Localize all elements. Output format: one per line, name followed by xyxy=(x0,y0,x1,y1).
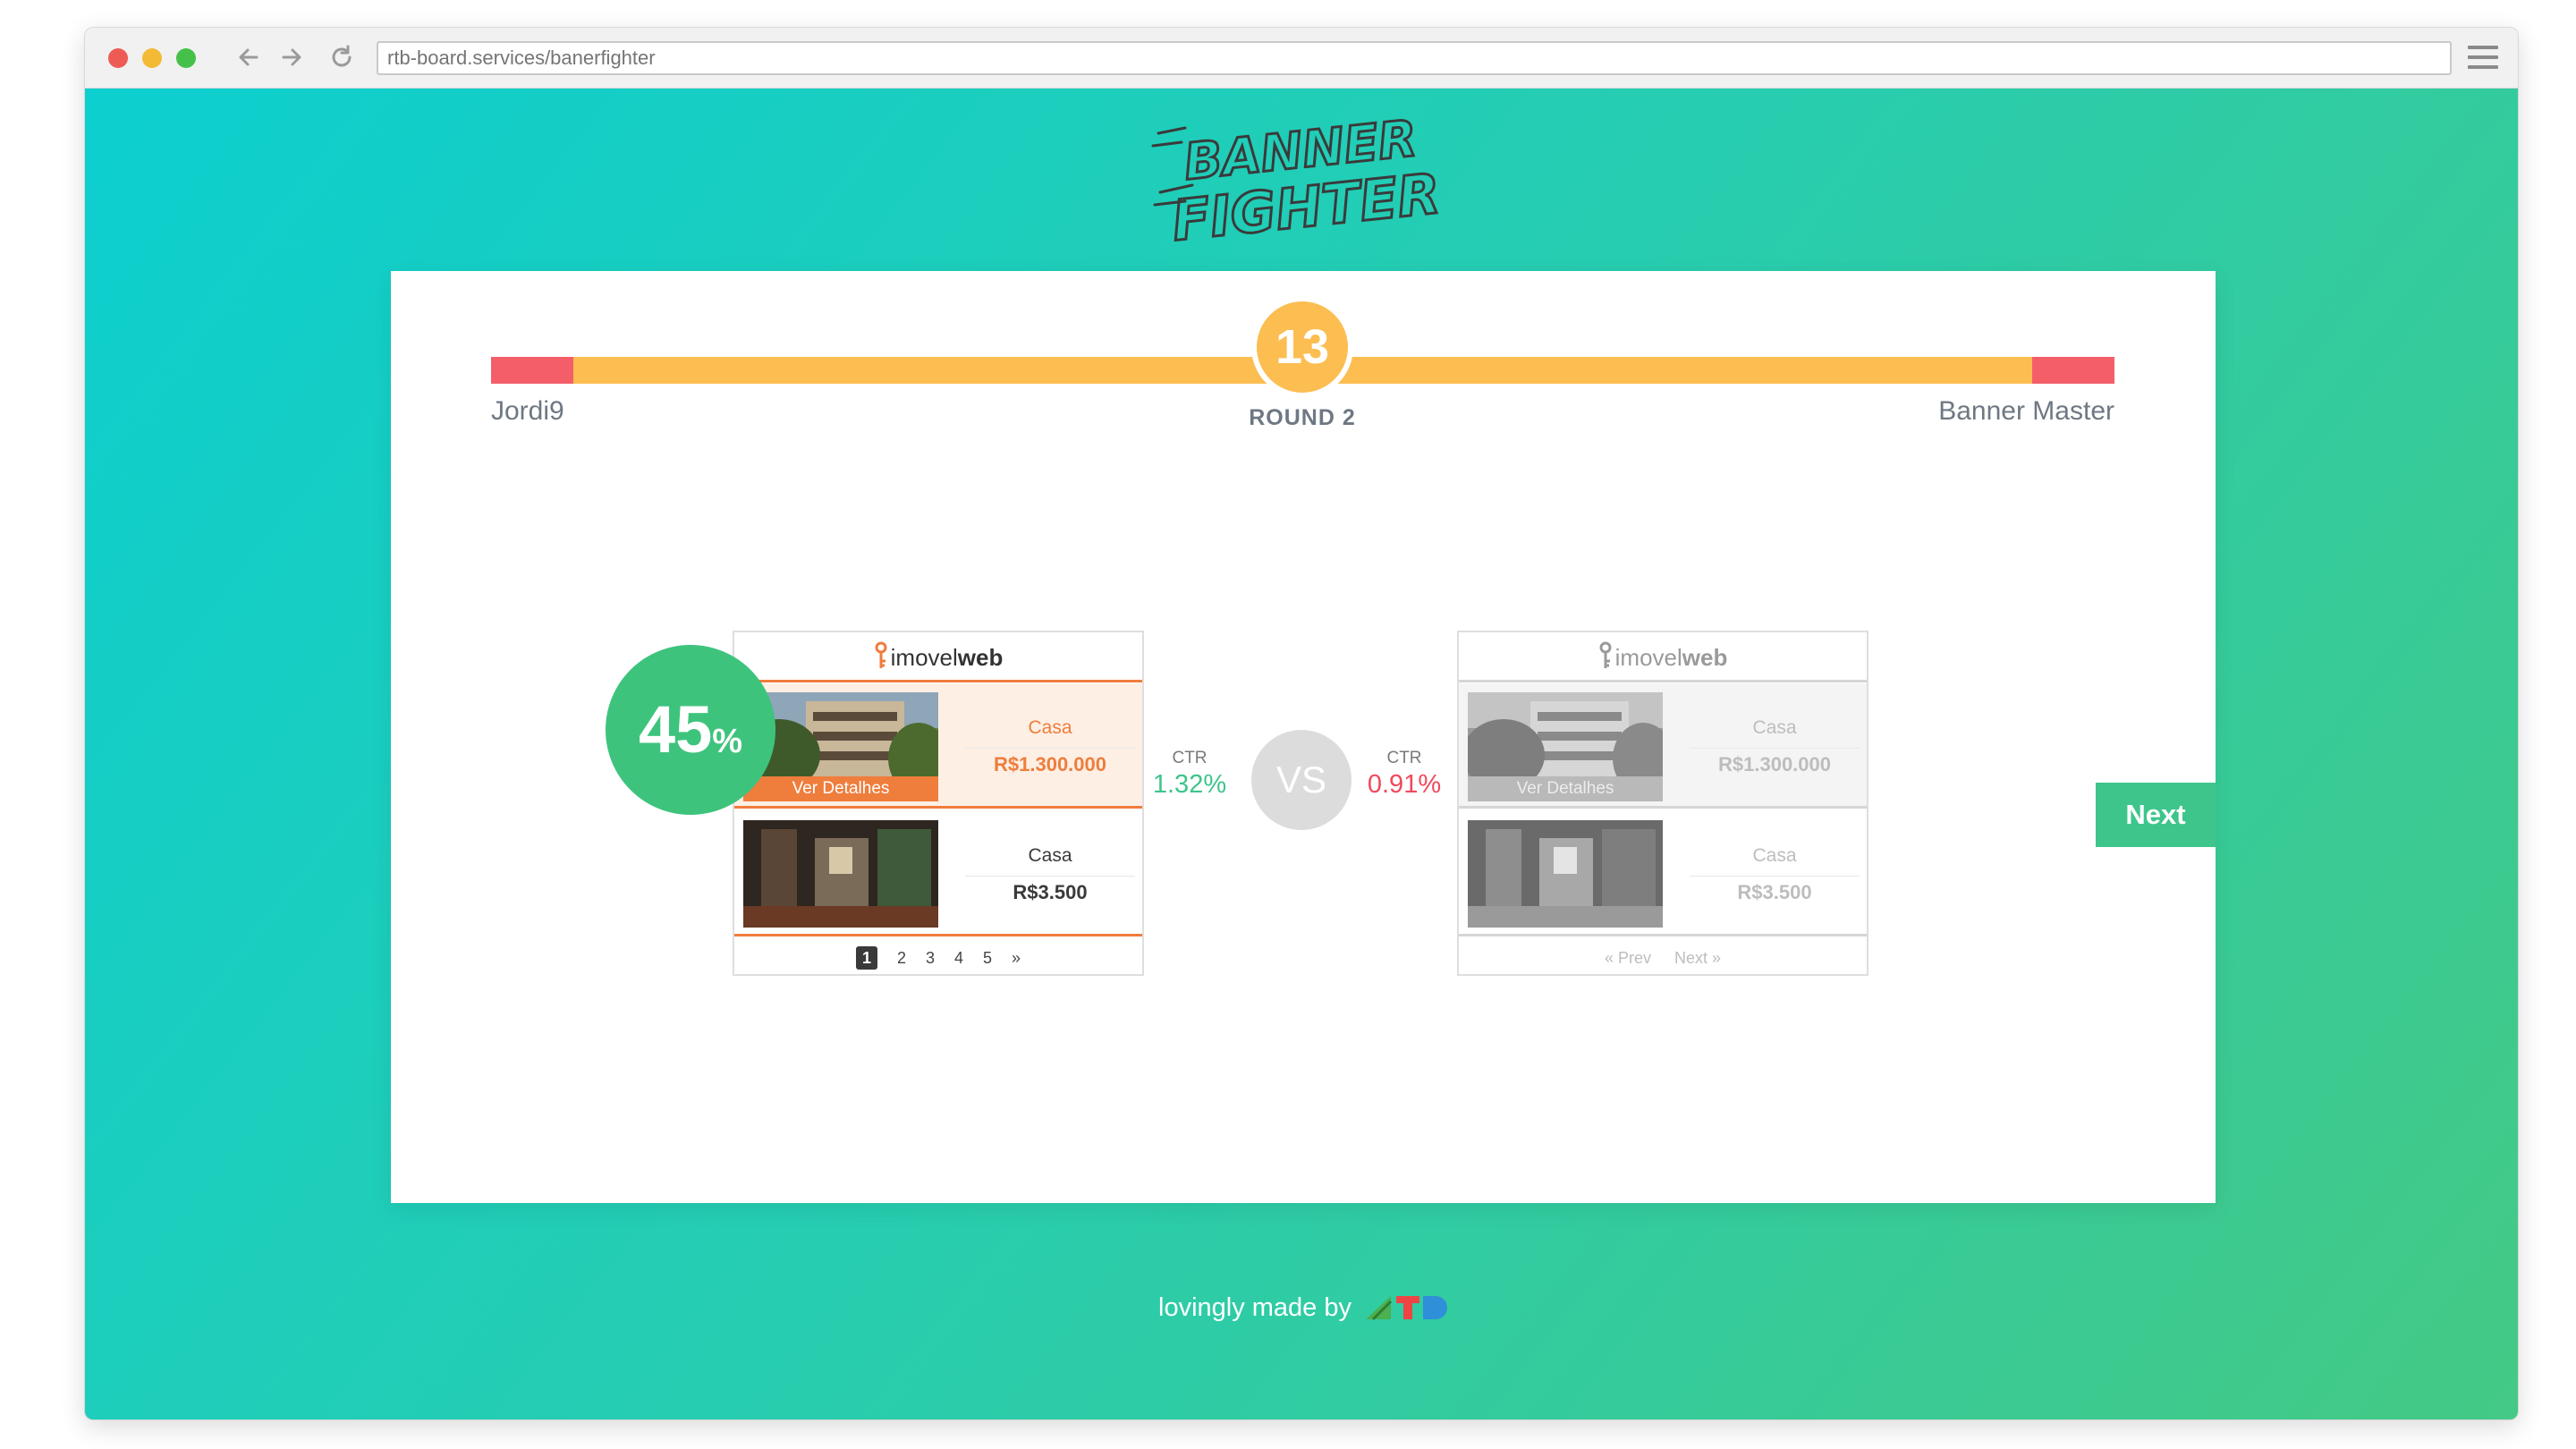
maximize-window-button[interactable] xyxy=(176,48,196,68)
health-damage-right xyxy=(2032,357,2114,384)
page-viewport: BANNER FIGHTER 13 ROUND 2 Jordi9 Banner … xyxy=(85,89,2518,1419)
ctr-left-label: CTR xyxy=(1172,749,1208,767)
banner-right[interactable]: imovel web Ver Detalhes Casa R$1.300.000… xyxy=(1457,631,1868,976)
listing-price: R$3.500 xyxy=(1737,881,1812,903)
listing-row[interactable]: Casa R$3.500 xyxy=(734,811,1142,936)
rtb-logo-icon xyxy=(1364,1292,1450,1323)
footer: lovingly made by xyxy=(1158,1285,1450,1330)
listing-type: Casa xyxy=(1752,717,1797,738)
ver-detalhes-button[interactable]: Ver Detalhes xyxy=(743,776,938,801)
imovelweb-logo: imovel web xyxy=(1598,641,1727,672)
browser-window: rtb-board.services/banerfighter BANNER F… xyxy=(84,27,2519,1420)
listing-divider xyxy=(1690,748,1860,749)
forward-arrow-icon[interactable] xyxy=(275,40,309,74)
ctr-left-value: 1.32% xyxy=(1152,770,1227,799)
listing-type: Casa xyxy=(1752,845,1797,866)
listing-row[interactable]: Casa R$3.500 xyxy=(1459,811,1867,936)
reload-icon[interactable] xyxy=(325,40,359,74)
next-page-link[interactable]: » xyxy=(1012,949,1021,968)
listing-price: R$1.300.000 xyxy=(994,753,1106,775)
pagination: « Prev Next » xyxy=(1459,942,1867,974)
next-page-link[interactable]: Next » xyxy=(1674,949,1721,968)
ctr-right-value: 0.91% xyxy=(1367,770,1442,799)
location-pin-icon xyxy=(874,641,888,672)
page-5-link[interactable]: 5 xyxy=(983,949,992,968)
property-photo xyxy=(743,820,938,928)
location-pin-icon xyxy=(1598,641,1613,672)
minimize-window-button[interactable] xyxy=(142,48,162,68)
vs-badge: VS xyxy=(1251,730,1352,830)
page-3-link[interactable]: 3 xyxy=(926,949,935,968)
listing-divider xyxy=(965,748,1135,749)
close-window-button[interactable] xyxy=(108,48,128,68)
fight-card: 13 ROUND 2 Jordi9 Banner Master imovel we… xyxy=(391,271,2216,1203)
listing-type: Casa xyxy=(1028,717,1072,738)
player-right-name: Banner Master xyxy=(1938,396,2114,426)
ctr-right-label: CTR xyxy=(1386,749,1422,767)
banner-left[interactable]: imovel web Ver Detalhes Casa R$1.300.000… xyxy=(733,631,1144,976)
imovelweb-logo: imovel web xyxy=(874,641,1003,672)
listing-type: Casa xyxy=(1028,845,1072,866)
pagination: 1 2 3 4 5 » xyxy=(734,942,1142,974)
page-4-link[interactable]: 4 xyxy=(954,949,963,968)
page-2-link[interactable]: 2 xyxy=(897,949,906,968)
listing-price: R$3.500 xyxy=(1013,881,1088,903)
round-label: ROUND 2 xyxy=(1249,405,1356,430)
listing-row[interactable]: Ver Detalhes Casa R$1.300.000 xyxy=(1459,683,1867,809)
prev-page-link[interactable]: « Prev xyxy=(1605,949,1651,968)
listing-divider xyxy=(1690,876,1860,877)
round-counter: 13 xyxy=(1251,296,1353,398)
banner-header: imovel web xyxy=(1459,632,1867,682)
health-damage-left xyxy=(491,357,573,384)
listing-price: R$1.300.000 xyxy=(1718,753,1831,775)
listing-row[interactable]: Ver Detalhes Casa R$1.300.000 xyxy=(734,683,1142,809)
next-button[interactable]: Next xyxy=(2096,783,2216,847)
address-bar[interactable]: rtb-board.services/banerfighter xyxy=(377,41,2452,75)
footer-text: lovingly made by xyxy=(1158,1292,1352,1322)
page-1-link[interactable]: 1 xyxy=(855,946,877,970)
banner-header: imovel web xyxy=(734,632,1142,682)
hamburger-menu-icon[interactable] xyxy=(2468,46,2498,71)
browser-toolbar: rtb-board.services/banerfighter xyxy=(85,28,2518,89)
win-percent-badge: 45% xyxy=(606,645,775,815)
back-arrow-icon[interactable] xyxy=(232,40,266,74)
banner-fighter-logo: BANNER FIGHTER xyxy=(1149,106,1453,255)
ver-detalhes-button[interactable]: Ver Detalhes xyxy=(1468,776,1663,801)
listing-divider xyxy=(965,876,1135,877)
player-left-name: Jordi9 xyxy=(491,396,564,426)
property-photo xyxy=(1468,820,1663,928)
